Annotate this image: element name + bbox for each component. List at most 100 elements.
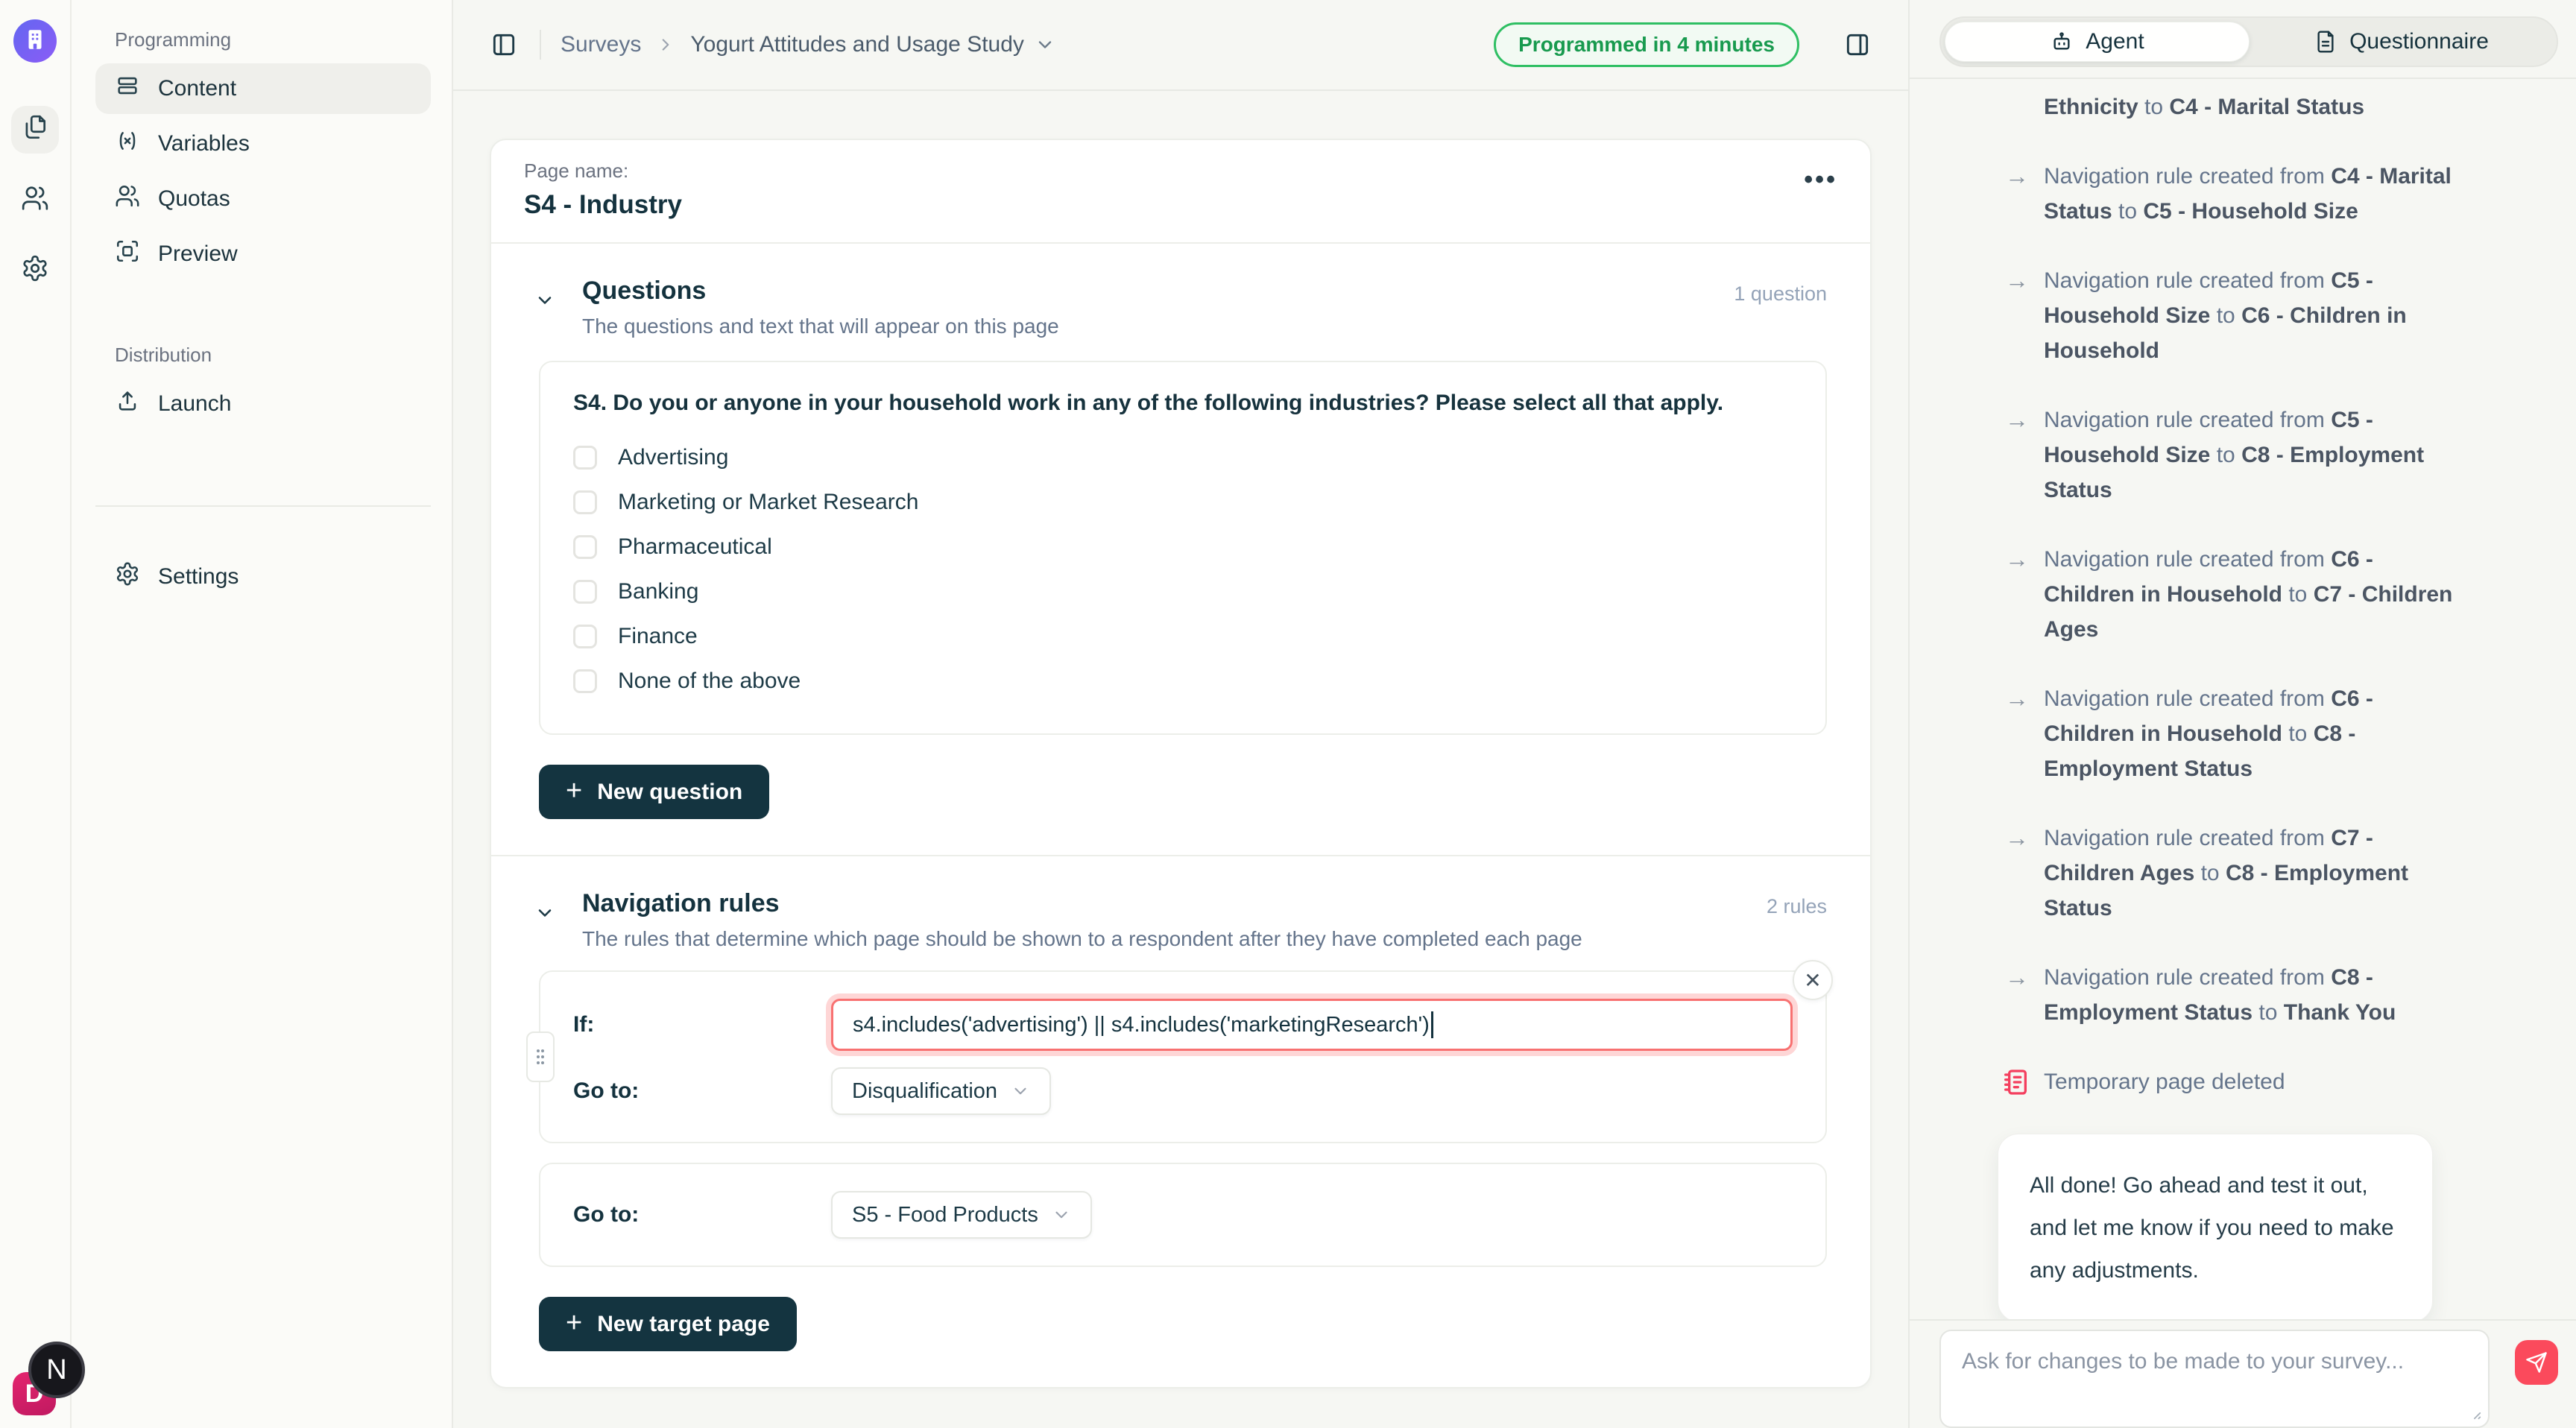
collapse-questions-button[interactable] xyxy=(528,284,561,317)
sidebar-item-label: Preview xyxy=(158,241,238,267)
option-row: Marketing or Market Research xyxy=(573,480,1793,525)
sidebar-item-launch[interactable]: Launch xyxy=(95,379,431,429)
company-logo[interactable] xyxy=(13,19,57,63)
option-label: None of the above xyxy=(618,669,801,694)
breadcrumb-surveys[interactable]: Surveys xyxy=(561,32,641,57)
arrow-right-icon: → xyxy=(2005,821,2029,856)
rule-card: ✕ If: s4.includes('advertising') || xyxy=(539,970,1827,1143)
checkbox[interactable] xyxy=(573,490,597,514)
robot-icon xyxy=(2050,30,2074,54)
questions-title: Questions xyxy=(582,277,1059,306)
sidebar-item-quotas[interactable]: Quotas xyxy=(95,174,431,224)
checkbox[interactable] xyxy=(573,446,597,470)
sidebar: Programming Content Variables xyxy=(72,0,453,1428)
arrow-right-icon: → xyxy=(2005,159,2029,194)
questions-subtitle: The questions and text that will appear … xyxy=(582,315,1059,338)
avatar-stack: D N xyxy=(10,1343,92,1418)
rules-title: Navigation rules xyxy=(582,889,1582,918)
pages-icon xyxy=(21,114,49,146)
topbar-divider xyxy=(540,30,541,60)
plus-icon: + xyxy=(566,1309,582,1337)
breadcrumb-current[interactable]: Yogurt Attitudes and Usage Study xyxy=(690,32,1055,57)
sidebar-group-label-programming: Programming xyxy=(95,22,431,63)
new-target-page-label: New target page xyxy=(597,1312,770,1337)
option-row: None of the above xyxy=(573,659,1793,704)
condition-input[interactable]: s4.includes('advertising') || s4.include… xyxy=(831,999,1793,1051)
send-button[interactable] xyxy=(2515,1340,2558,1385)
survey-title: Yogurt Attitudes and Usage Study xyxy=(690,32,1024,57)
collapse-rules-button[interactable] xyxy=(528,897,561,929)
page-card: Page name: S4 - Industry ••• Questions T… xyxy=(490,139,1872,1388)
tab-questionnaire[interactable]: Questionnaire xyxy=(2250,22,2553,62)
ellipsis-icon[interactable]: ••• xyxy=(1804,165,1837,195)
topbar: Surveys Yogurt Attitudes and Usage Study… xyxy=(453,0,1908,91)
sidebar-item-label: Launch xyxy=(158,391,231,417)
panel-left-toggle-icon[interactable] xyxy=(487,28,520,61)
sidebar-item-preview[interactable]: Preview xyxy=(95,229,431,279)
agent-message: → Navigation rule created from C6 - Chil… xyxy=(2007,681,2454,786)
deleted-page-notice-text: Temporary page deleted xyxy=(2044,1070,2285,1094)
checkbox[interactable] xyxy=(573,669,597,693)
sidebar-item-variables[interactable]: Variables xyxy=(95,119,431,169)
chevron-down-icon xyxy=(1052,1205,1071,1225)
agent-message: → Navigation rule created from C6 - Chil… xyxy=(2007,542,2454,647)
goto-label: Go to: xyxy=(573,1202,831,1228)
rail-pages-button[interactable] xyxy=(11,106,59,154)
tab-agent-label: Agent xyxy=(2086,29,2144,54)
rules-subtitle: The rules that determine which page shou… xyxy=(582,927,1582,951)
building-icon xyxy=(22,27,48,56)
goto-dropdown[interactable]: Disqualification xyxy=(831,1067,1051,1115)
sidebar-divider xyxy=(95,505,431,507)
goto-label: Go to: xyxy=(573,1078,831,1104)
if-label: If: xyxy=(573,1012,831,1037)
plus-icon: + xyxy=(566,777,582,805)
programmed-badge: Programmed in 4 minutes xyxy=(1494,22,1799,67)
agent-message: → Navigation rule created from C5 - Hous… xyxy=(2007,402,2454,508)
agent-message: Ethnicity to C4 - Marital Status xyxy=(2007,89,2454,124)
avatar-n-badge[interactable]: N xyxy=(28,1342,85,1398)
navigation-rules-section: Navigation rules The rules that determin… xyxy=(491,856,1870,1387)
rule-card: Go to: S5 - Food Products xyxy=(539,1163,1827,1267)
question-text: S4. Do you or anyone in your household w… xyxy=(573,391,1793,416)
main-column: Surveys Yogurt Attitudes and Usage Study… xyxy=(453,0,1908,1428)
chevron-down-icon xyxy=(1011,1081,1030,1101)
option-row: Pharmaceutical xyxy=(573,525,1793,569)
questions-section: Questions The questions and text that wi… xyxy=(491,244,1870,855)
rail-settings-button[interactable] xyxy=(11,246,59,294)
gear-icon xyxy=(21,254,49,286)
rail-users-button[interactable] xyxy=(11,176,59,224)
resize-handle-icon[interactable] xyxy=(2466,1404,2482,1421)
breadcrumb: Surveys Yogurt Attitudes and Usage Study xyxy=(561,32,1055,57)
arrow-right-icon: → xyxy=(2005,263,2029,298)
agent-chat-bubble: All done! Go ahead and test it out, and … xyxy=(1998,1134,2433,1319)
sidebar-item-settings[interactable]: Settings xyxy=(95,552,431,602)
sidebar-item-content[interactable]: Content xyxy=(95,63,431,114)
new-question-button[interactable]: + New question xyxy=(539,765,769,819)
new-target-page-button[interactable]: + New target page xyxy=(539,1297,797,1351)
panel-right-toggle-icon[interactable] xyxy=(1841,28,1874,61)
close-icon[interactable]: ✕ xyxy=(1793,960,1833,1000)
chat-composer xyxy=(1910,1319,2576,1428)
sidebar-item-label: Content xyxy=(158,76,236,101)
upload-icon xyxy=(115,388,140,420)
question-card[interactable]: S4. Do you or anyone in your household w… xyxy=(539,361,1827,735)
checkbox[interactable] xyxy=(573,580,597,604)
tab-agent[interactable]: Agent xyxy=(1945,22,2250,62)
document-icon xyxy=(2314,30,2337,54)
new-question-label: New question xyxy=(597,780,742,805)
agent-message-list[interactable]: Ethnicity to C4 - Marital Status → Navig… xyxy=(1910,79,2576,1319)
text-cursor xyxy=(1431,1011,1433,1038)
icon-rail: D N xyxy=(0,0,72,1428)
sidebar-item-label: Variables xyxy=(158,131,250,157)
checkbox[interactable] xyxy=(573,625,597,648)
arrow-right-icon: → xyxy=(2005,681,2029,716)
goto-value: Disqualification xyxy=(852,1079,997,1104)
preview-icon xyxy=(115,238,140,270)
checkbox[interactable] xyxy=(573,535,597,559)
deleted-page-notice: Temporary page deleted xyxy=(2007,1064,2454,1099)
chat-input[interactable] xyxy=(1962,1349,2467,1409)
users-icon xyxy=(115,183,140,215)
drag-handle-icon[interactable] xyxy=(526,1031,555,1082)
main-scroll-area[interactable]: Page name: S4 - Industry ••• Questions T… xyxy=(453,91,1908,1428)
goto-dropdown[interactable]: S5 - Food Products xyxy=(831,1191,1092,1239)
